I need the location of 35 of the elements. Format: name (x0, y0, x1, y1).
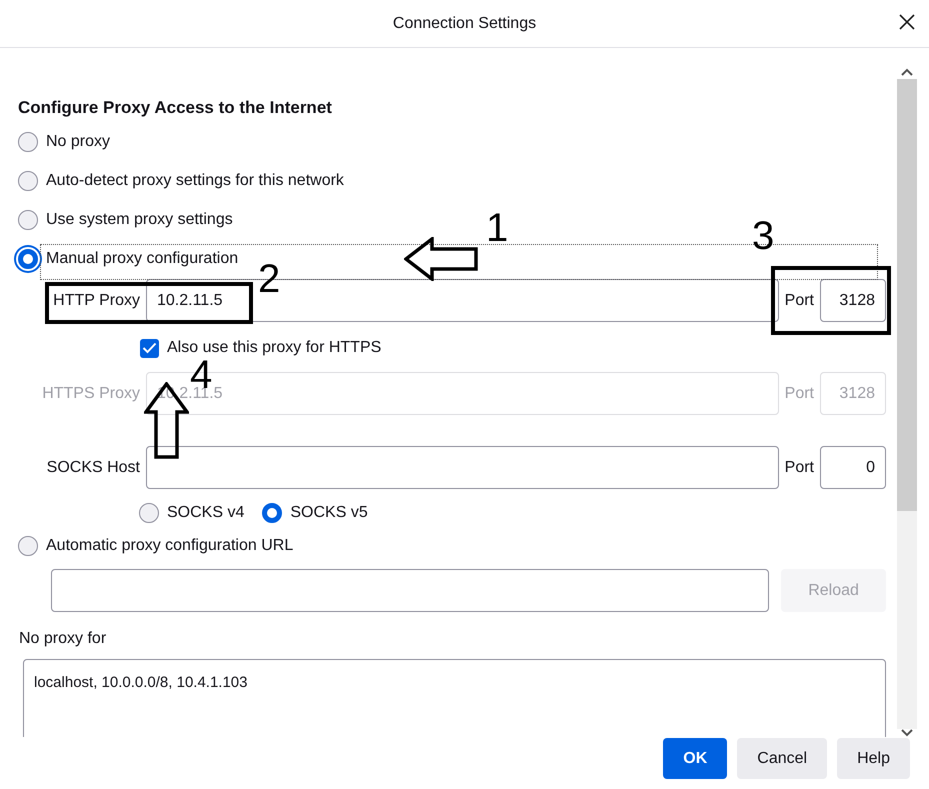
port-label: Port (784, 458, 814, 476)
scroll-up-icon[interactable] (901, 68, 913, 76)
annotation-number: 3 (752, 216, 774, 256)
radio-button[interactable] (18, 536, 38, 556)
port-label: Port (784, 384, 814, 402)
radio-button[interactable] (139, 503, 159, 523)
port-field[interactable]: 0 (820, 446, 886, 489)
radio-label: SOCKS v4 (167, 504, 244, 522)
checkbox-label: Also use this proxy for HTTPS (167, 339, 382, 357)
field-label: HTTP Proxy (52, 292, 140, 310)
port-label: Port (784, 292, 814, 310)
radio-button[interactable] (18, 132, 38, 152)
radio-label: Automatic proxy configuration URL (46, 536, 294, 554)
radio-label: Manual proxy configuration (46, 250, 238, 268)
close-icon (899, 14, 915, 30)
checkbox[interactable] (140, 338, 159, 358)
port-field[interactable]: 3128 (820, 279, 886, 322)
field-label: HTTPS Proxy (41, 384, 140, 402)
scroll-down-icon[interactable] (901, 729, 913, 737)
dialog-button[interactable]: Help (837, 738, 910, 779)
window-title: Connection Settings (392, 14, 536, 32)
section-heading: Configure Proxy Access to the Internet (18, 97, 333, 119)
dialog-button[interactable]: Cancel (737, 738, 828, 779)
radio-label: No proxy (46, 132, 110, 150)
radio-button[interactable] (18, 210, 38, 230)
scrollbar-thumb[interactable] (897, 79, 917, 511)
radio-label: SOCKS v5 (290, 504, 368, 522)
dialog-button[interactable]: OK (663, 738, 728, 779)
field-label: SOCKS Host (46, 458, 140, 476)
radio-button[interactable] (262, 503, 282, 523)
radio-label: Auto-detect proxy settings for this network (46, 172, 344, 190)
annotation-number: 1 (486, 208, 508, 248)
radio-label: Use system proxy settings (46, 210, 233, 228)
field-label: No proxy for (19, 630, 108, 649)
radio-button[interactable] (18, 170, 38, 190)
